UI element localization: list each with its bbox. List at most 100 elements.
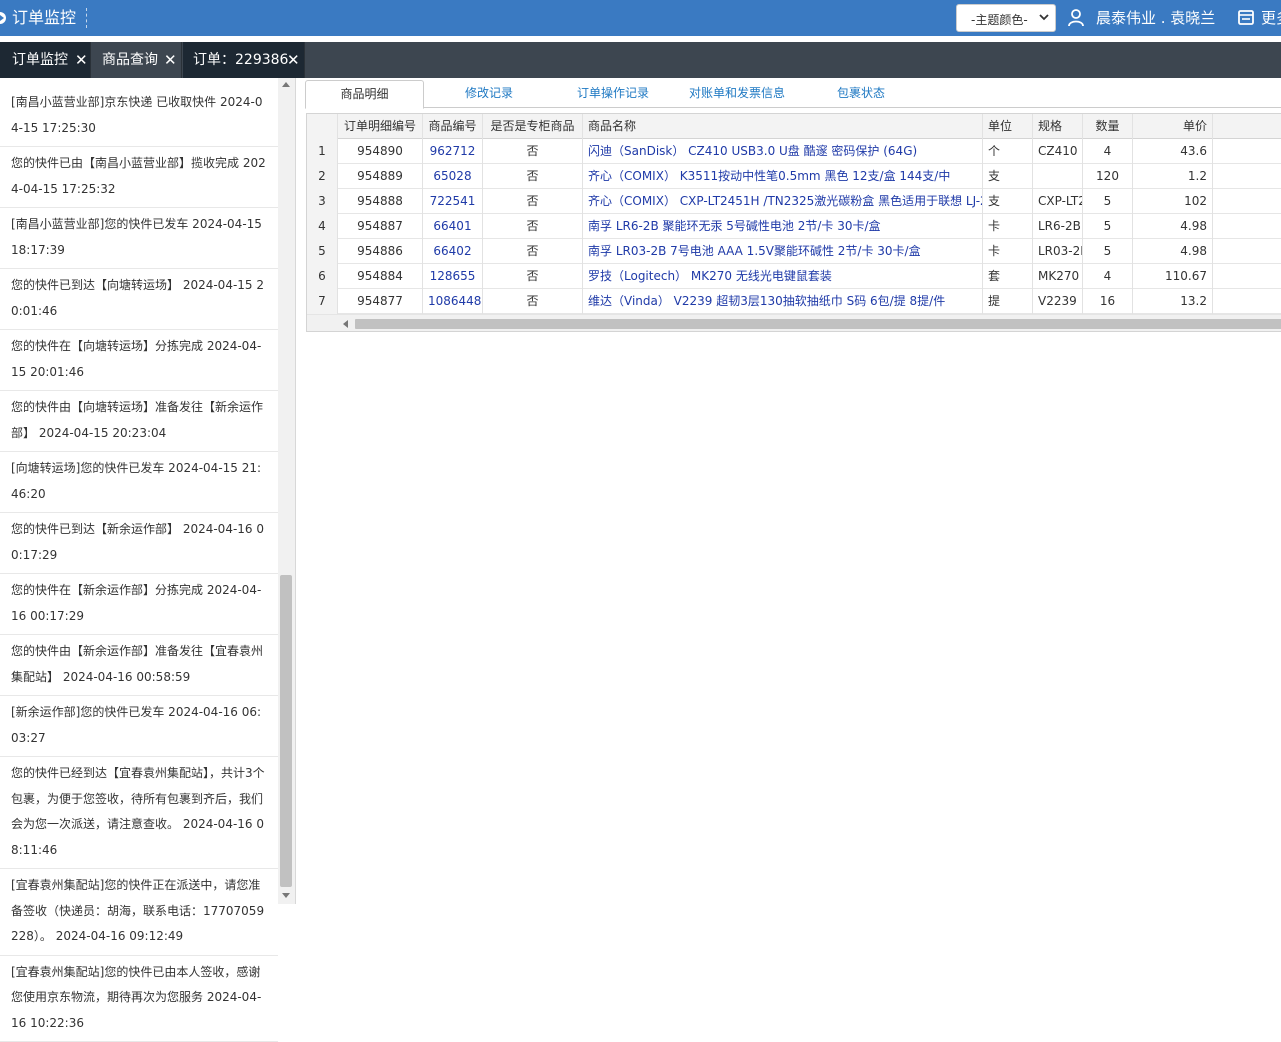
- subtab-package-status[interactable]: 包裹状态: [805, 80, 917, 108]
- list-item: 您的快件由【新余运作部】准备发往【宜春袁州集配站】 2024-04-16 00:…: [0, 635, 278, 696]
- sku-link[interactable]: 66402: [423, 239, 483, 264]
- unit-price-cell: 102: [1133, 189, 1213, 214]
- tab-order-monitor[interactable]: 订单监控 ✕: [0, 42, 91, 78]
- spec-cell: LR6-2B: [1033, 214, 1083, 239]
- list-item: [南昌小蓝营业部]您的快件已发车 2024-04-15 18:17:39: [0, 208, 278, 269]
- unit-cell: 支: [983, 189, 1033, 214]
- window-icon[interactable]: [1238, 9, 1254, 27]
- close-icon[interactable]: ✕: [164, 42, 177, 78]
- column-header-unit[interactable]: 单位: [983, 114, 1033, 139]
- column-header-product-name[interactable]: 商品名称: [583, 114, 983, 139]
- theme-color-select[interactable]: -主题颜色-: [956, 4, 1056, 32]
- quantity-cell: 16: [1083, 289, 1133, 314]
- tax-rate-cell: 0: [1213, 214, 1281, 239]
- table-row[interactable]: 6 954884 128655 否 罗技（Logitech） MK270 无线光…: [307, 264, 1281, 289]
- row-number: 6: [307, 264, 338, 289]
- table-row[interactable]: 7 954877 1086448 否 维达（Vinda） V2239 超韧3层1…: [307, 289, 1281, 314]
- table-row[interactable]: 3 954888 722541 否 齐心（COMIX） CXP-LT2451H …: [307, 189, 1281, 214]
- detail-id-cell: 954886: [338, 239, 423, 264]
- table-row[interactable]: 2 954889 65028 否 齐心（COMIX） K3511按动中性笔0.5…: [307, 164, 1281, 189]
- spec-cell: [1033, 164, 1083, 189]
- list-item: [新余运作部]您的快件已发车 2024-04-16 06:03:27: [0, 696, 278, 757]
- product-name-link[interactable]: 齐心（COMIX） K3511按动中性笔0.5mm 黑色 12支/盒 144支/…: [583, 164, 983, 189]
- subtab-statement-invoice[interactable]: 对账单和发票信息: [681, 80, 793, 108]
- spec-cell: CXP-LT2451H: [1033, 189, 1083, 214]
- sku-link[interactable]: 65028: [423, 164, 483, 189]
- detail-id-cell: 954888: [338, 189, 423, 214]
- more-menu-label[interactable]: 更多: [1261, 8, 1281, 28]
- list-item: 您的快件在【向塘转运场】分拣完成 2024-04-15 20:01:46: [0, 330, 278, 391]
- product-name-link[interactable]: 南孚 LR03-2B 7号电池 AAA 1.5V聚能环碱性 2节/卡 30卡/盒: [583, 239, 983, 264]
- detail-id-cell: 954884: [338, 264, 423, 289]
- cabinet-cell: 否: [483, 189, 583, 214]
- title-divider: [86, 8, 87, 28]
- sku-link[interactable]: 962712: [423, 139, 483, 164]
- column-header-spec[interactable]: 规格: [1033, 114, 1083, 139]
- column-header-sku[interactable]: 商品编号: [423, 114, 483, 139]
- product-name-link[interactable]: 南孚 LR6-2B 聚能环无汞 5号碱性电池 2节/卡 30卡/盒: [583, 214, 983, 239]
- tracking-log-list: [南昌小蓝营业部]京东快递 已收取快件 2024-04-15 17:25:30 …: [0, 86, 278, 1042]
- app-logo-icon: [0, 12, 6, 24]
- scroll-down-icon[interactable]: [282, 893, 290, 898]
- tax-rate-cell: 0: [1213, 189, 1281, 214]
- table-row[interactable]: 5 954886 66402 否 南孚 LR03-2B 7号电池 AAA 1.5…: [307, 239, 1281, 264]
- app-title: 订单监控: [12, 8, 76, 28]
- product-name-link[interactable]: 齐心（COMIX） CXP-LT2451H /TN2325激光碳粉盒 黑色适用于…: [583, 189, 983, 214]
- page-tab-bar: 订单监控 ✕ 商品查询 ✕ 订单：229386 ✕: [0, 42, 1281, 78]
- list-item: [向塘转运场]您的快件已发车 2024-04-15 21:46:20: [0, 452, 278, 513]
- sku-link[interactable]: 722541: [423, 189, 483, 214]
- tracking-log-panel: [南昌小蓝营业部]京东快递 已收取快件 2024-04-15 17:25:30 …: [0, 78, 296, 904]
- cabinet-cell: 否: [483, 139, 583, 164]
- unit-cell: 支: [983, 164, 1033, 189]
- list-item: 您的快件已经到达【宜春袁州集配站】，共计3个包裹，为便于您签收，待所有包裹到齐后…: [0, 757, 278, 869]
- sku-link[interactable]: 128655: [423, 264, 483, 289]
- close-icon[interactable]: ✕: [75, 42, 88, 78]
- column-header-unit-price[interactable]: 单价: [1133, 114, 1213, 139]
- tax-rate-cell: 0: [1213, 289, 1281, 314]
- product-name-link[interactable]: 维达（Vinda） V2239 超韧3层130抽软抽纸巾 S码 6包/提 8提/…: [583, 289, 983, 314]
- user-icon[interactable]: [1068, 9, 1084, 27]
- spec-cell: LR03-2B: [1033, 239, 1083, 264]
- theme-select-value: -主题颜色-: [971, 11, 1028, 28]
- subtab-product-detail[interactable]: 商品明细: [305, 80, 424, 109]
- column-header-quantity[interactable]: 数量: [1083, 114, 1133, 139]
- scroll-up-icon[interactable]: [282, 82, 290, 87]
- horizontal-scrollbar[interactable]: [307, 314, 1281, 332]
- column-header-tax-rate[interactable]: 税率: [1213, 114, 1281, 139]
- table-row[interactable]: 1 954890 962712 否 闪迪（SanDisk） CZ410 USB3…: [307, 139, 1281, 164]
- scrollbar-thumb[interactable]: [280, 575, 292, 887]
- column-header-cabinet[interactable]: 是否是专柜商品: [483, 114, 583, 139]
- cabinet-cell: 否: [483, 164, 583, 189]
- scroll-left-icon[interactable]: [343, 320, 348, 328]
- unit-price-cell: 110.67: [1133, 264, 1213, 289]
- spec-cell: V2239: [1033, 289, 1083, 314]
- top-header: 订单监控 -主题颜色- 晨泰伟业 . 袁晓兰 更多: [0, 0, 1281, 36]
- user-name[interactable]: 晨泰伟业 . 袁晓兰: [1096, 8, 1215, 28]
- close-icon[interactable]: ✕: [287, 42, 300, 78]
- vertical-scrollbar[interactable]: [278, 78, 295, 904]
- cabinet-cell: 否: [483, 264, 583, 289]
- tax-rate-cell: 0: [1213, 164, 1281, 189]
- tax-rate-cell: 0: [1213, 239, 1281, 264]
- product-name-link[interactable]: 闪迪（SanDisk） CZ410 USB3.0 U盘 酷邃 密码保护 (64G…: [583, 139, 983, 164]
- list-item: 您的快件已由【南昌小蓝营业部】揽收完成 2024-04-15 17:25:32: [0, 147, 278, 208]
- sku-link[interactable]: 66401: [423, 214, 483, 239]
- table-row[interactable]: 4 954887 66401 否 南孚 LR6-2B 聚能环无汞 5号碱性电池 …: [307, 214, 1281, 239]
- cabinet-cell: 否: [483, 289, 583, 314]
- detail-id-cell: 954890: [338, 139, 423, 164]
- product-name-link[interactable]: 罗技（Logitech） MK270 无线光电键鼠套装: [583, 264, 983, 289]
- row-number: 5: [307, 239, 338, 264]
- subtab-change-log[interactable]: 修改记录: [435, 80, 543, 108]
- tab-order-detail[interactable]: 订单：229386 ✕: [183, 42, 305, 78]
- list-item: 您的快件由【向塘转运场】准备发往【新余运作部】 2024-04-15 20:23…: [0, 391, 278, 452]
- row-number: 4: [307, 214, 338, 239]
- sku-link[interactable]: 1086448: [423, 289, 483, 314]
- unit-cell: 个: [983, 139, 1033, 164]
- cabinet-cell: 否: [483, 214, 583, 239]
- column-header-detail-id[interactable]: 订单明细编号: [338, 114, 423, 139]
- tab-product-query[interactable]: 商品查询 ✕: [92, 42, 182, 78]
- subtab-order-operation-log[interactable]: 订单操作记录: [559, 80, 667, 108]
- tab-label: 商品查询: [102, 42, 158, 78]
- row-number: 2: [307, 164, 338, 189]
- scrollbar-thumb[interactable]: [355, 319, 1281, 329]
